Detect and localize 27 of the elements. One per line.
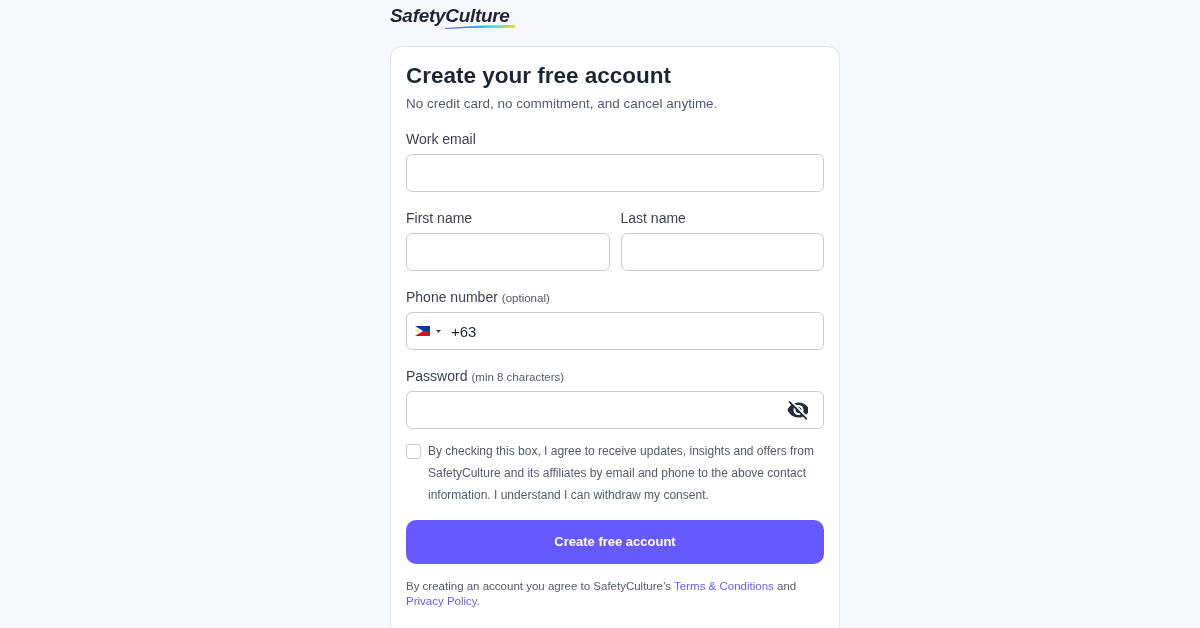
field-label: Last name bbox=[620, 209, 686, 227]
field-hint: (min 8 characters) bbox=[471, 370, 565, 385]
create-account-button[interactable]: Create free account bbox=[406, 520, 824, 564]
text-input[interactable] bbox=[620, 233, 824, 271]
visibility-toggle[interactable] bbox=[787, 400, 808, 420]
text-input[interactable] bbox=[406, 154, 824, 192]
consent-text: By checking this box, I agree to receive updates, insights and offers from SafetyCulture and its affiliates by email and phone to the above contact information. I understand I can withdraw my consent. bbox=[428, 443, 815, 504]
caret-icon bbox=[436, 329, 441, 333]
field-label: Phone number bbox=[406, 288, 498, 306]
card-title: Create your free account bbox=[406, 62, 673, 90]
phone-input[interactable]: +63 bbox=[451, 319, 815, 343]
card-subtitle: No credit card, no commitment, and cancel anytime. bbox=[406, 95, 719, 113]
phone-field[interactable]: +63 bbox=[406, 312, 824, 350]
legal-link[interactable]: Terms & Conditions bbox=[674, 580, 774, 592]
field-label: First name bbox=[406, 209, 473, 227]
password-field[interactable] bbox=[406, 391, 824, 429]
flag-icon bbox=[415, 326, 430, 336]
swoosh-underline-icon bbox=[445, 25, 516, 29]
eye-off-icon bbox=[787, 400, 808, 420]
legal-link[interactable]: Privacy Policy. bbox=[406, 595, 480, 607]
field-label: Password bbox=[406, 367, 468, 385]
field-hint: (optional) bbox=[501, 291, 550, 306]
checkbox[interactable] bbox=[406, 444, 421, 459]
logo: SafetyCulture bbox=[390, 5, 510, 27]
field-label: Work email bbox=[406, 130, 476, 148]
legal-text: By creating an account you agree to SafetyCulture’s Terms & Conditions and Privacy Policy. bbox=[406, 579, 798, 609]
text-input[interactable] bbox=[406, 233, 610, 271]
